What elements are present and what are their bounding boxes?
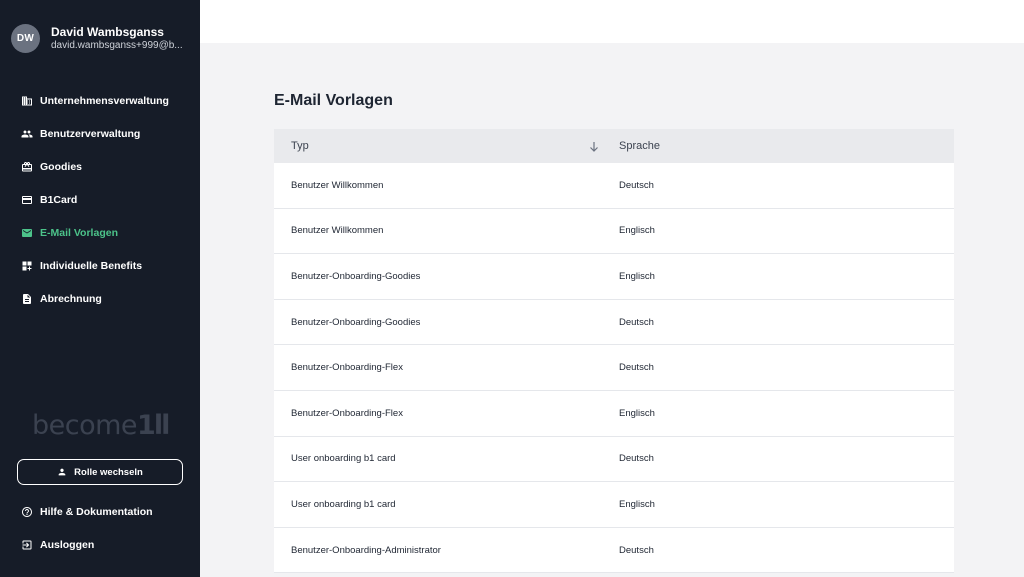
user-profile[interactable]: DW David Wambsganss david.wambsganss+999… [11,24,193,53]
logout-link[interactable]: Ausloggen [0,528,200,561]
cell-language: Englisch [619,225,655,237]
sidebar: DW David Wambsganss david.wambsganss+999… [0,0,200,577]
cell-type: Benutzer Willkommen [291,179,384,191]
help-icon [21,506,33,518]
switch-role-button[interactable]: Rolle wechseln [17,459,183,485]
email-templates-table: Typ Sprache Benutzer Willkommen Deutsch Be… [274,129,954,574]
bottom-nav: Hilfe & Dokumentation Ausloggen [0,495,200,561]
table-row[interactable]: Benutzer-Onboarding-Goodies Englisch [274,254,954,300]
cell-language: Deutsch [619,453,654,465]
column-header-type[interactable]: Typ [274,140,619,152]
person-icon [58,468,66,476]
logout-icon [21,539,33,551]
cell-language: Englisch [619,407,655,419]
user-name: David Wambsganss [51,25,164,39]
dashboard-add-icon [21,260,33,272]
cell-type: Benutzer-Onboarding-Flex [291,407,403,419]
sidebar-item-b1card[interactable]: B1Card [0,183,200,216]
avatar[interactable]: DW [11,24,40,53]
building-icon [21,95,33,107]
mail-icon [21,227,33,239]
user-email: david.wambsganss+999@b... [51,40,183,51]
sidebar-item-email-vorlagen[interactable]: E-Mail Vorlagen [0,216,200,249]
brand-logo-text: become [32,410,138,441]
table-row[interactable]: Benutzer Willkommen Englisch [274,209,954,255]
table-row[interactable]: User onboarding b1 card Englisch [274,482,954,528]
cell-type: Benutzer-Onboarding-Flex [291,362,403,374]
brand-logo-mark: 1ll [137,410,170,441]
gift-icon [21,161,33,173]
sidebar-item-label: Unternehmensverwaltung [40,94,169,107]
table-body: Benutzer Willkommen Deutsch Benutzer Willk… [274,163,954,574]
table-header: Typ Sprache [274,129,954,163]
sidebar-item-goodies[interactable]: Goodies [0,150,200,183]
column-header-language[interactable]: Sprache [619,140,660,152]
help-link[interactable]: Hilfe & Dokumentation [0,495,200,528]
cell-language: Deutsch [619,316,654,328]
main-nav: Unternehmensverwaltung Benutzerverwaltun… [0,84,200,315]
cell-language: Deutsch [619,544,654,556]
sidebar-item-abrechnung[interactable]: Abrechnung [0,282,200,315]
table-row[interactable]: User onboarding b1 card Deutsch [274,437,954,483]
cell-language: Englisch [619,270,655,282]
sidebar-item-label: Individuelle Benefits [40,259,143,272]
sidebar-item-label: Goodies [40,160,83,173]
brand-logo: become1ll [32,410,170,441]
table-row[interactable]: Benutzer-Onboarding-Flex Englisch [274,391,954,437]
sidebar-item-unternehmensverwaltung[interactable]: Unternehmensverwaltung [0,84,200,117]
card-icon [21,194,33,206]
cell-type: Benutzer-Onboarding-Goodies [291,316,421,328]
cell-type: Benutzer-Onboarding-Goodies [291,270,421,282]
sidebar-item-individuelle-benefits[interactable]: Individuelle Benefits [0,249,200,282]
sidebar-item-benutzerverwaltung[interactable]: Benutzerverwaltung [0,117,200,150]
cell-language: Deutsch [619,179,654,191]
sort-arrow-down-icon[interactable] [589,141,599,152]
cell-language: Deutsch [619,362,654,374]
help-label: Hilfe & Dokumentation [40,505,153,518]
sidebar-item-label: Benutzerverwaltung [40,127,141,140]
table-row[interactable]: Benutzer-Onboarding-Goodies Deutsch [274,300,954,346]
document-icon [21,293,33,305]
table-row[interactable]: Benutzer-Onboarding-Flex Deutsch [274,345,954,391]
sidebar-item-label: B1Card [40,193,78,206]
table-row[interactable]: Benutzer-Onboarding-Administrator Deutsch [274,528,954,574]
cell-type: Benutzer Willkommen [291,225,384,237]
cell-type: Benutzer-Onboarding-Administrator [291,544,441,556]
column-header-type-label: Typ [291,140,309,152]
switch-role-label: Rolle wechseln [74,466,143,478]
cell-type: User onboarding b1 card [291,498,396,510]
sidebar-item-label: Abrechnung [40,292,102,305]
top-bar [200,0,1024,43]
users-icon [21,128,33,140]
table-row[interactable]: Benutzer Willkommen Deutsch [274,163,954,209]
cell-language: Englisch [619,498,655,510]
logout-label: Ausloggen [40,538,95,551]
cell-type: User onboarding b1 card [291,453,396,465]
sidebar-item-label: E-Mail Vorlagen [40,226,118,239]
page-title: E-Mail Vorlagen [274,92,393,109]
